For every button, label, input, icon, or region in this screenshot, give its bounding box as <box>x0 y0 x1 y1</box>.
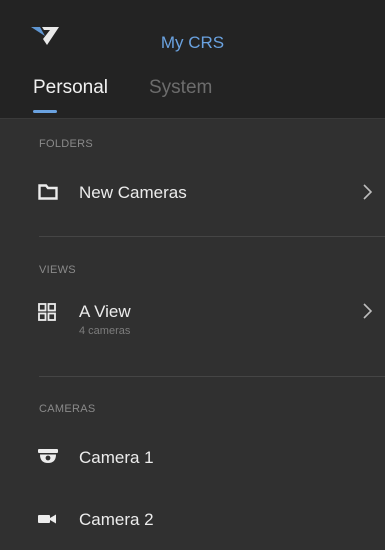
app-title: My CRS <box>160 33 225 52</box>
app-screen: My CRS Personal System FOLDERS New Camer… <box>0 0 385 550</box>
camera-item-camera-2[interactable]: Camera 2 <box>0 498 385 540</box>
app-header: My CRS <box>0 0 385 56</box>
view-item-a-view[interactable]: A View 4 cameras <box>0 292 385 348</box>
folder-icon <box>38 184 58 200</box>
section-divider <box>39 376 385 377</box>
grid-view-icon <box>38 303 56 321</box>
camera-item-label: Camera 1 <box>79 448 154 467</box>
chevron-right-icon <box>363 303 373 319</box>
tab-system[interactable]: System <box>149 77 212 99</box>
folders-section-label: FOLDERS <box>39 138 94 150</box>
views-section-label: VIEWS <box>39 264 76 276</box>
view-item-label: A View <box>79 302 131 321</box>
chevron-right-icon <box>363 184 373 200</box>
camera-item-camera-1[interactable]: Camera 1 <box>0 436 385 478</box>
view-item-camera-count: 4 cameras <box>79 325 131 337</box>
video-camera-icon <box>38 514 56 524</box>
tab-bar: Personal System <box>0 56 385 119</box>
tab-active-indicator <box>33 110 57 113</box>
section-divider <box>39 236 385 237</box>
cameras-section-label: CAMERAS <box>39 403 96 415</box>
camera-item-label: Camera 2 <box>79 510 154 529</box>
dome-camera-icon <box>38 449 58 463</box>
folder-item-label: New Cameras <box>79 183 187 202</box>
folder-item-new-cameras[interactable]: New Cameras <box>0 168 385 218</box>
tab-personal[interactable]: Personal <box>33 77 108 99</box>
